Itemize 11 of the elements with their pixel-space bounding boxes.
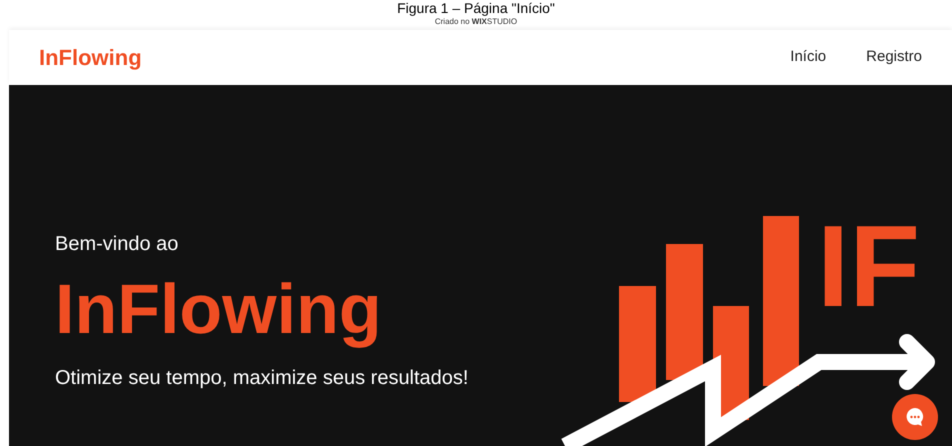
nav-link[interactable]: Registro (866, 46, 922, 69)
site-logo[interactable]: InFlowing (39, 41, 142, 74)
hero-title: InFlowing (55, 269, 383, 349)
chat-button[interactable] (892, 394, 938, 440)
chat-icon (905, 407, 925, 427)
figure-caption: Figura 1 – Página "Início" (397, 0, 555, 16)
greeting-text: Bem-vindo ao (55, 232, 180, 257)
tagline-text: Otimize seu tempo, maximize seus resultados! (55, 366, 468, 391)
nav-link[interactable]: Início (790, 46, 826, 69)
logo-drawing: IF (555, 216, 935, 446)
credit-text: Criado no WIXSTUDIO (434, 17, 518, 27)
